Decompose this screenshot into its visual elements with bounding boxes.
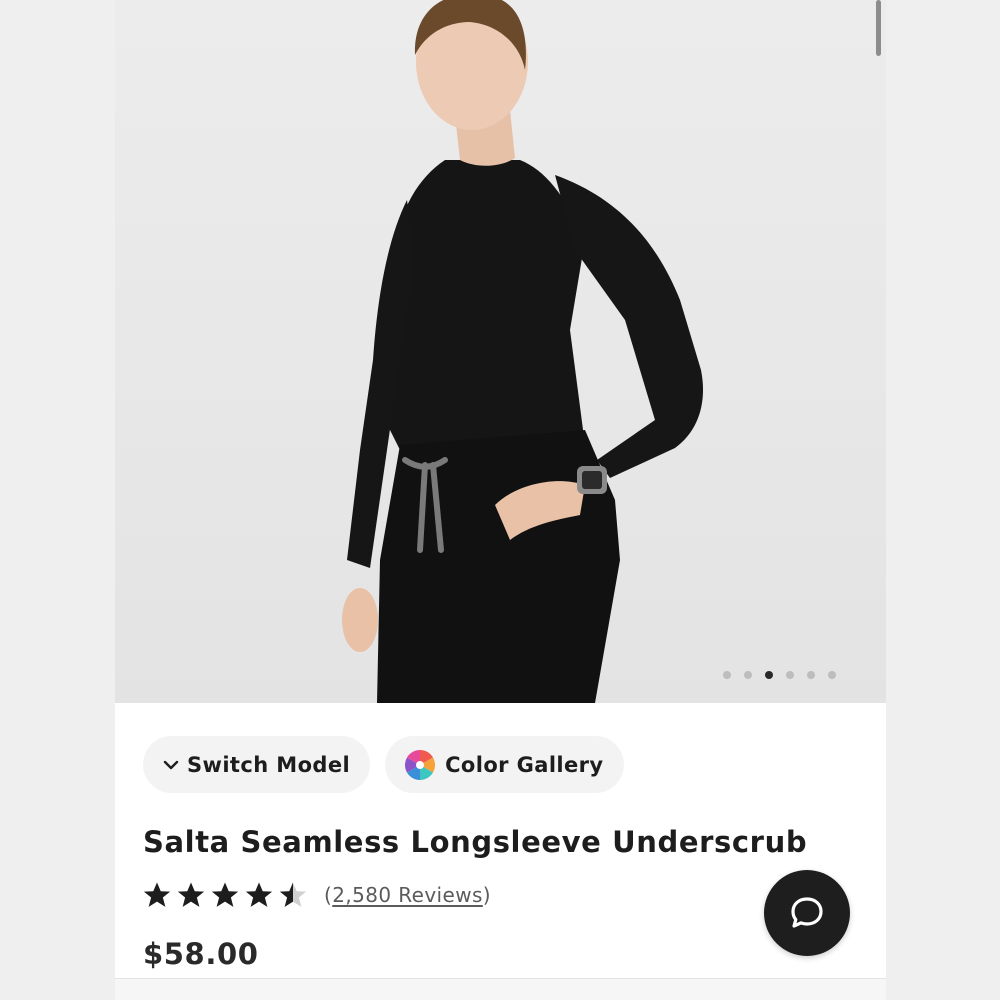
carousel-pagination: [723, 671, 836, 679]
carousel-dot[interactable]: [828, 671, 836, 679]
scrollbar-thumb[interactable]: [876, 0, 881, 56]
switch-model-label: Switch Model: [187, 752, 351, 777]
star-full-icon: [245, 882, 273, 907]
product-page: Switch Model Color Gallery Salta Seamles…: [115, 0, 886, 1000]
star-half-icon: [279, 882, 307, 907]
rating-stars: [142, 880, 308, 910]
product-price: $58.00: [143, 937, 259, 971]
product-photo: [342, 0, 704, 703]
carousel-dot[interactable]: [723, 671, 731, 679]
color-wheel-icon: [405, 749, 436, 780]
carousel-dot[interactable]: [786, 671, 794, 679]
star-full-icon: [211, 882, 239, 907]
chat-bubble-icon: [791, 897, 823, 928]
option-chips: Switch Model Color Gallery: [143, 736, 624, 793]
star-full-icon: [177, 882, 205, 907]
carousel-dot[interactable]: [744, 671, 752, 679]
product-title: Salta Seamless Longsleeve Underscrub: [143, 825, 808, 859]
color-gallery-button[interactable]: Color Gallery: [385, 736, 624, 793]
page-bottom-edge: [115, 978, 886, 1000]
chat-button[interactable]: [764, 870, 850, 956]
switch-model-button[interactable]: Switch Model: [143, 736, 371, 793]
chevron-down-icon: [163, 760, 179, 769]
color-gallery-label: Color Gallery: [445, 752, 604, 777]
carousel-dot[interactable]: [765, 671, 773, 679]
product-rating: (2,580 Reviews): [142, 880, 491, 910]
reviews-count: (2,580 Reviews): [324, 883, 491, 907]
carousel-dot[interactable]: [807, 671, 815, 679]
product-image-carousel[interactable]: [115, 0, 886, 703]
reviews-link[interactable]: 2,580 Reviews: [332, 883, 483, 907]
star-full-icon: [143, 882, 171, 907]
